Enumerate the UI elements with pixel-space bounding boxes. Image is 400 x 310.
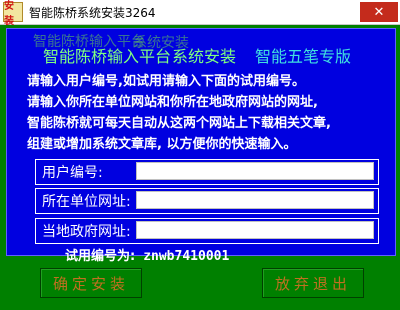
header-subtitle: 系统安装 — [172, 47, 237, 66]
instruction-line: 请输入你所在单位网站和你所在地政府网站的网址, — [27, 95, 318, 110]
user-id-row: 用户编号: — [35, 159, 379, 185]
close-icon: ✕ — [373, 4, 385, 20]
edition-label: 智能五笔专版 — [255, 47, 352, 66]
instructions-text: 请输入用户编号,如试用请输入下面的试用编号。 请输入你所在单位网站和你所在地政府… — [27, 71, 387, 155]
unit-site-input[interactable] — [136, 191, 374, 209]
quit-button[interactable]: 放弃退出 — [262, 268, 364, 298]
gov-site-input[interactable] — [136, 221, 374, 239]
window-title: 智能陈桥系统安装3264 — [29, 5, 156, 20]
main-panel: 智能陈桥输入平台 系统安装 智能陈桥输入平台 系统安装 智能五笔专版 请输入用户… — [6, 28, 396, 264]
instruction-line: 组建或增加系统文章库, 以方便你的快速输入。 — [27, 137, 297, 152]
close-button[interactable]: ✕ — [360, 2, 398, 22]
installer-app-icon: 安装 — [3, 1, 23, 27]
unit-site-row: 所在单位网址: — [35, 188, 379, 214]
title-bar: 安装 智能陈桥系统安装3264 ✕ — [0, 0, 400, 27]
install-button[interactable]: 确定安装 — [40, 268, 142, 298]
trial-code-value: znwb7410001 — [143, 249, 230, 264]
unit-site-label: 所在单位网址: — [42, 194, 131, 210]
gov-site-label: 当地政府网址: — [42, 224, 131, 240]
user-id-input[interactable] — [136, 162, 374, 180]
trial-code-line: 试用编号为: znwb7410001 — [65, 245, 229, 264]
trial-code-label: 试用编号为: — [65, 249, 136, 264]
instruction-line: 请输入用户编号,如试用请输入下面的试用编号。 — [27, 74, 305, 89]
gov-site-row: 当地政府网址: — [35, 218, 379, 244]
instruction-line: 智能陈桥就可每天自动从这两个网站上下载相关文章, — [27, 116, 331, 131]
header-title: 智能陈桥输入平台 — [43, 47, 172, 66]
user-id-label: 用户编号: — [42, 165, 103, 181]
